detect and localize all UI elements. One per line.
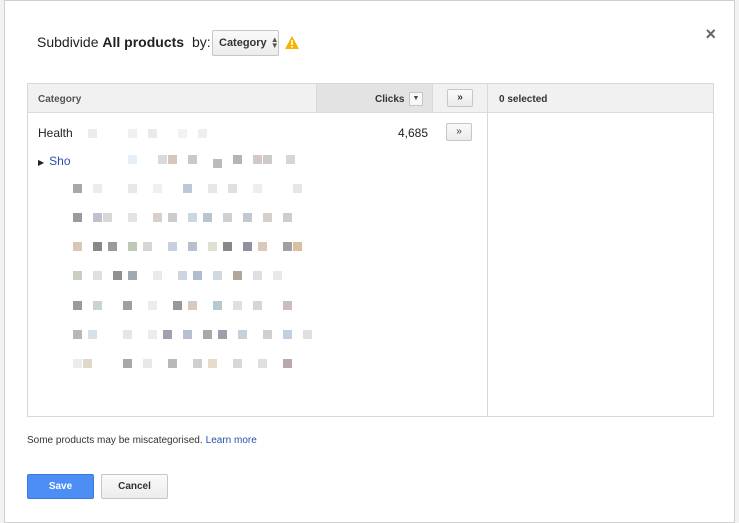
dimension-select[interactable]: Category ▲ ▼ bbox=[212, 30, 279, 56]
add-all-cell: » bbox=[432, 84, 488, 112]
selected-count: 0 selected bbox=[499, 94, 548, 105]
close-icon[interactable]: × bbox=[705, 25, 716, 43]
expand-triangle-icon[interactable]: ▶ bbox=[38, 158, 44, 167]
dropdown-arrow-icon[interactable]: ▼ bbox=[409, 92, 423, 106]
title-prefix: Subdivide bbox=[37, 34, 99, 50]
redacted-content bbox=[68, 129, 348, 379]
dialog-title: Subdivide All products by: bbox=[37, 34, 211, 50]
column-clicks[interactable]: Clicks ▼ bbox=[316, 84, 433, 112]
footer-note: Some products may be miscategorised. Lear… bbox=[27, 435, 257, 446]
category-row-clicks: 4,685 bbox=[398, 126, 429, 140]
title-suffix: by: bbox=[191, 34, 211, 50]
dimension-select-value: Category bbox=[219, 37, 267, 49]
panel-divider bbox=[487, 84, 488, 416]
note-text: Some products may be miscategorised. bbox=[27, 435, 203, 446]
add-all-button[interactable]: » bbox=[447, 89, 473, 107]
add-category-button[interactable]: » bbox=[446, 123, 472, 141]
warning-icon bbox=[285, 36, 299, 49]
title-bold: All products bbox=[102, 34, 185, 50]
category-panel: Category Clicks ▼ » 0 selected Health 4,… bbox=[27, 83, 714, 417]
sort-arrows-icon: ▲ ▼ bbox=[270, 35, 279, 50]
column-category: Category bbox=[38, 94, 82, 105]
table-header: Category Clicks ▼ » 0 selected bbox=[28, 84, 713, 113]
save-button[interactable]: Save bbox=[27, 474, 94, 499]
subdivide-dialog: × Subdivide All products by: Category ▲ ▼… bbox=[4, 0, 735, 523]
category-row-expandable[interactable]: ▶ Sho bbox=[38, 154, 71, 168]
learn-more-link[interactable]: Learn more bbox=[206, 435, 257, 446]
column-clicks-label: Clicks bbox=[375, 94, 405, 105]
cancel-button[interactable]: Cancel bbox=[101, 474, 168, 499]
